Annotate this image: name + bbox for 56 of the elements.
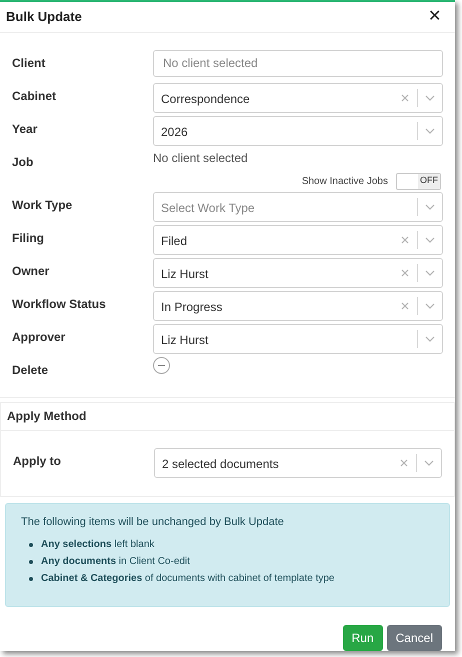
select-field[interactable]: 2026 (153, 116, 443, 146)
field-label: Year (12, 120, 38, 138)
chevron-down-icon[interactable] (425, 270, 435, 276)
select-value: Liz Hurst (161, 266, 210, 282)
job-value: No client selected (153, 150, 248, 166)
field-label: Client (12, 54, 46, 72)
select-value: Filed (161, 232, 188, 250)
clear-icon[interactable] (401, 268, 409, 276)
chevron-down-icon[interactable] (424, 460, 434, 466)
field-label: Cabinet (12, 88, 58, 104)
bullet-icon (29, 576, 33, 580)
select-field[interactable]: 2 selected documents (154, 448, 442, 478)
field-label: Delete (12, 362, 50, 378)
bullet-icon (29, 542, 33, 546)
clear-icon[interactable] (401, 302, 409, 310)
select-field[interactable]: In Progress (153, 290, 443, 320)
chevron-down-icon[interactable] (425, 236, 435, 242)
chevron-down-icon[interactable] (425, 302, 435, 308)
chevron-down-icon[interactable] (425, 128, 435, 134)
toggle-label: Show Inactive Jobs (302, 174, 388, 188)
close-button[interactable]: ✕ (428, 8, 449, 25)
cancel-button[interactable]: Cancel (386, 625, 442, 651)
chevron-down-icon[interactable] (425, 204, 435, 210)
field-label: Owner (12, 262, 50, 280)
select-field[interactable]: Select Work Type (153, 192, 443, 222)
delete-button[interactable] (153, 356, 170, 374)
field-label: Filing (12, 230, 45, 246)
chevron-down-icon[interactable] (425, 336, 435, 342)
select-value: 2 selected documents (162, 456, 280, 472)
select-field[interactable]: Liz Hurst (153, 258, 443, 288)
client-field[interactable]: No client selected (153, 50, 443, 76)
select-field[interactable]: Filed (153, 224, 443, 254)
field-label: Apply to (13, 452, 62, 470)
select-value: 2026 (161, 124, 189, 140)
select-value: Liz Hurst (161, 332, 210, 348)
toggle-state: OFF (418, 174, 440, 188)
chevron-down-icon[interactable] (425, 94, 435, 100)
select-field[interactable]: Liz Hurst (153, 324, 443, 354)
select-field[interactable]: Correspondence (153, 82, 443, 112)
clear-icon[interactable] (400, 458, 408, 466)
select-placeholder: Select Work Type (161, 200, 256, 216)
note-item: Any selections left blank (41, 538, 154, 552)
dialog-title: Bulk Update (6, 8, 82, 26)
field-label: Approver (12, 328, 66, 346)
clear-icon[interactable] (401, 94, 409, 102)
note-item: Any documents in Client Co-edit (41, 555, 190, 569)
note-heading: The following items will be unchanged by Bulk Update (21, 514, 285, 530)
clear-icon[interactable] (401, 236, 409, 244)
section-title: Apply Method (7, 408, 86, 425)
field-label: Work Type (12, 196, 74, 214)
bullet-icon (29, 560, 33, 564)
select-value: In Progress (161, 298, 224, 316)
select-value: Correspondence (161, 90, 251, 108)
note-item: Cabinet & Categories of documents with cabinet of template type (41, 572, 334, 586)
field-label: Workflow Status (12, 296, 107, 312)
field-label: Job (12, 154, 34, 170)
